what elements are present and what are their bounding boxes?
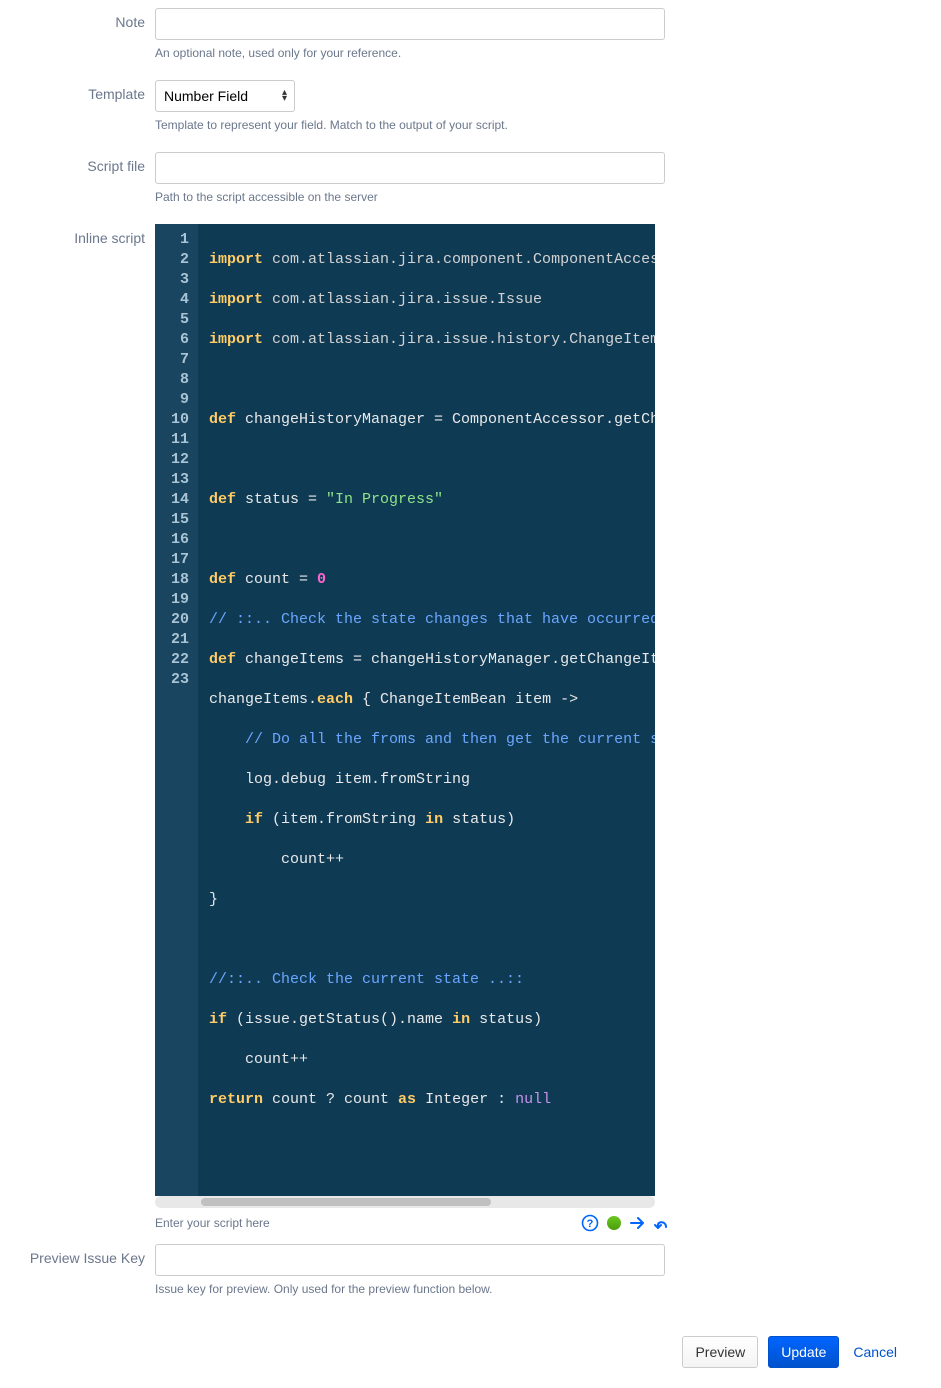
editor-gutter: 1234567891011121314151617181920212223 (155, 224, 197, 1196)
template-help: Template to represent your field. Match … (155, 118, 665, 132)
editor-hscrollbar-thumb[interactable] (201, 1198, 491, 1206)
cancel-link[interactable]: Cancel (849, 1344, 901, 1360)
label-note: Note (0, 8, 155, 72)
scriptfile-input[interactable] (155, 152, 665, 184)
label-previewkey: Preview Issue Key (0, 1244, 155, 1308)
field-template: Number Field ▴▾ Template to represent yo… (155, 80, 665, 144)
label-template: Template (0, 80, 155, 144)
label-scriptfile: Script file (0, 152, 155, 216)
editor-hscrollbar[interactable] (155, 1196, 655, 1208)
row-note: Note An optional note, used only for you… (0, 8, 941, 72)
editor-wrap: 1234567891011121314151617181920212223 im… (155, 224, 675, 1232)
editor-indent-strip (197, 224, 205, 1196)
scriptfile-help: Path to the script accessible on the ser… (155, 190, 665, 204)
editor-toolbar-icons: ? (581, 1214, 675, 1232)
row-template: Template Number Field ▴▾ Template to rep… (0, 80, 941, 144)
previewkey-input[interactable] (155, 1244, 665, 1276)
note-help: An optional note, used only for your ref… (155, 46, 665, 60)
undo-arrow-icon[interactable] (653, 1214, 671, 1232)
preview-button[interactable]: Preview (682, 1336, 758, 1368)
row-previewkey: Preview Issue Key Issue key for preview.… (0, 1244, 941, 1308)
inlinescript-help: Enter your script here (155, 1216, 581, 1230)
arrow-right-icon[interactable] (629, 1214, 647, 1232)
template-select-wrap: Number Field ▴▾ (155, 80, 295, 112)
field-inlinescript: 1234567891011121314151617181920212223 im… (155, 224, 675, 1232)
template-select[interactable]: Number Field (155, 80, 295, 112)
row-scriptfile: Script file Path to the script accessibl… (0, 152, 941, 216)
editor-code[interactable]: import com.atlassian.jira.component.Comp… (205, 224, 655, 1196)
status-ok-icon[interactable] (605, 1214, 623, 1232)
form: Note An optional note, used only for you… (0, 8, 941, 1388)
field-note: An optional note, used only for your ref… (155, 8, 665, 72)
field-previewkey: Issue key for preview. Only used for the… (155, 1244, 665, 1308)
help-circle-icon[interactable]: ? (581, 1214, 599, 1232)
field-scriptfile: Path to the script accessible on the ser… (155, 152, 665, 216)
row-inlinescript: Inline script 12345678910111213141516171… (0, 224, 941, 1232)
update-button[interactable]: Update (768, 1336, 839, 1368)
note-input[interactable] (155, 8, 665, 40)
svg-text:?: ? (587, 1218, 594, 1230)
label-inlinescript: Inline script (0, 224, 155, 1232)
editor-toolbar: Enter your script here ? (155, 1214, 675, 1232)
previewkey-help: Issue key for preview. Only used for the… (155, 1282, 665, 1296)
buttons-row: Preview Update Cancel (0, 1316, 941, 1388)
code-editor[interactable]: 1234567891011121314151617181920212223 im… (155, 224, 655, 1196)
